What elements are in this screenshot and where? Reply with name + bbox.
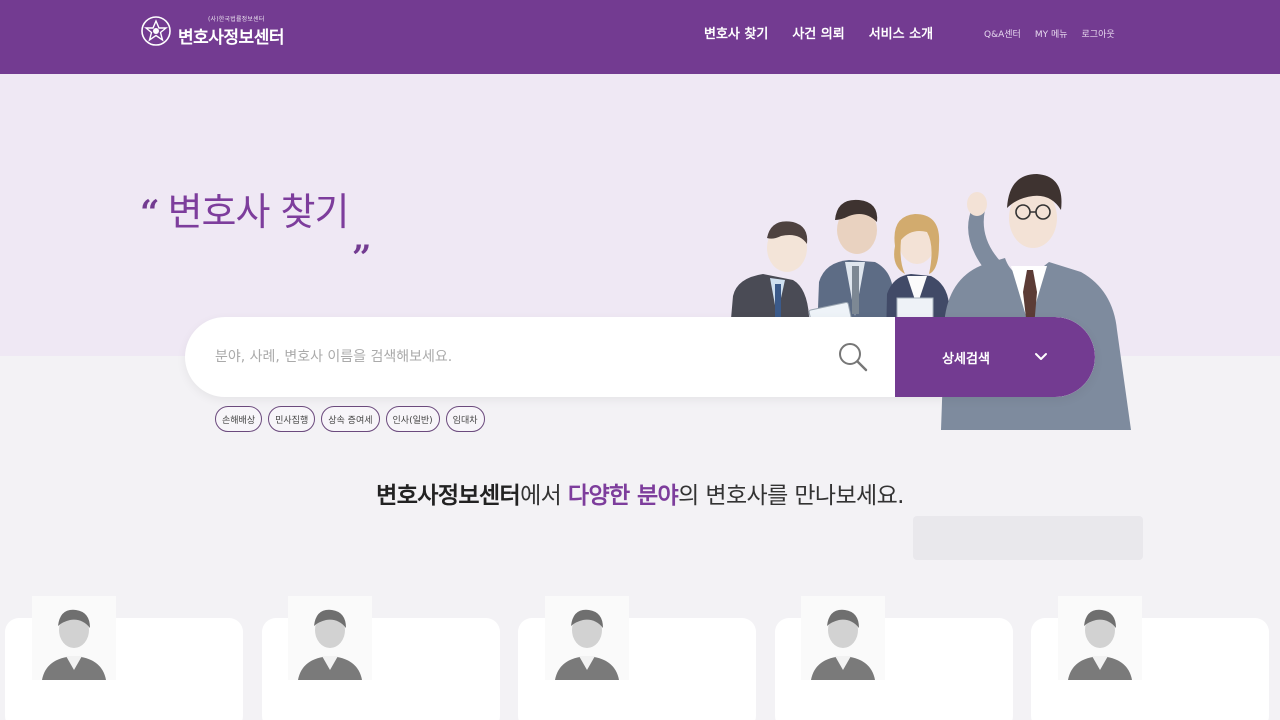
popular-tags: 손해배상 민사집행 상속 증여세 인사(일반) 임대차 [215, 406, 485, 432]
nav-my-menu[interactable]: MY 메뉴 [1035, 27, 1068, 40]
lawyer-card-list [0, 590, 1280, 720]
site-logo[interactable]: (사)한국법률정보센터 변호사정보센터 [140, 14, 284, 48]
logo-subtitle: (사)한국법률정보센터 [208, 16, 265, 23]
nav-qna-center[interactable]: Q&A센터 [984, 27, 1021, 40]
page-title: “ 변호사 찾기 „ [140, 190, 373, 259]
chevron-down-icon [1034, 353, 1047, 360]
tag-personnel-general[interactable]: 인사(일반) [385, 406, 440, 432]
section-headline: 변호사정보센터에서 다양한 분야의 변호사를 만나보세요. [0, 476, 1280, 510]
nav-case-request[interactable]: 사건 의뢰 [792, 23, 844, 42]
main-nav: 변호사 찾기 사건 의뢰 서비스 소개 [704, 23, 933, 42]
nav-find-lawyer[interactable]: 변호사 찾기 [704, 23, 768, 42]
hero-title-text: 변호사 찾기 [167, 190, 350, 234]
search-bar: 상세검색 [185, 317, 1095, 397]
logo-name: 변호사정보센터 [178, 28, 284, 48]
hero-banner: “ 변호사 찾기 „ [0, 74, 1280, 430]
lawyer-avatar [545, 596, 629, 680]
tag-damages[interactable]: 손해배상 [215, 406, 263, 432]
detail-search-label: 상세검색 [942, 351, 990, 367]
quote-open-mark: “ [140, 193, 160, 233]
detail-search-button[interactable]: 상세검색 [895, 317, 1095, 397]
quote-close-mark: „ [352, 219, 373, 259]
utility-nav: Q&A센터 MY 메뉴 로그아웃 [984, 27, 1115, 40]
headline-part-3: 다양한 분야 [567, 483, 679, 509]
nav-logout[interactable]: 로그아웃 [1082, 27, 1115, 40]
tag-civil-execution[interactable]: 민사집행 [268, 406, 316, 432]
lawyer-avatar [288, 596, 372, 680]
lawyer-avatar [801, 596, 885, 680]
headline-part-2: 에서 [520, 483, 568, 509]
search-icon[interactable] [835, 339, 871, 375]
search-input[interactable] [215, 317, 815, 397]
tag-lease[interactable]: 임대차 [445, 406, 485, 432]
headline-part-1: 변호사정보센터 [376, 483, 521, 509]
lawyer-avatar [32, 596, 116, 680]
lawyer-avatar [1058, 596, 1142, 680]
filter-placeholder-bar [913, 516, 1143, 560]
top-header: (사)한국법률정보센터 변호사정보센터 변호사 찾기 사건 의뢰 서비스 소개 … [0, 0, 1280, 74]
tag-inheritance-gift-tax[interactable]: 상속 증여세 [321, 406, 380, 432]
logo-emblem-icon [141, 16, 171, 46]
headline-part-4: 의 변호사를 만나보세요. [678, 483, 904, 509]
nav-service-intro[interactable]: 서비스 소개 [869, 23, 933, 42]
